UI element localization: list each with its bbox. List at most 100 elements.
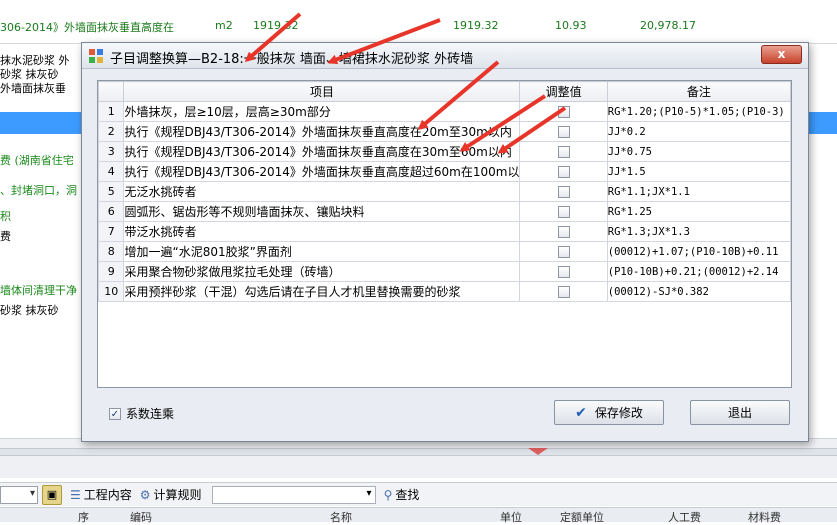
- table-row[interactable]: 5 无泛水挑砖者 RG*1.1;JX*1.1: [97, 181, 792, 202]
- adjust-checkbox[interactable]: [557, 106, 570, 118]
- close-icon: x: [777, 47, 786, 61]
- adjust-checkbox[interactable]: [557, 206, 570, 218]
- bg-row-qty2: 1919.32: [453, 19, 499, 32]
- bg-row-item: 306-2014》外墙面抹灰垂直高度在: [0, 21, 174, 34]
- adjust-checkbox[interactable]: [557, 226, 570, 238]
- table-row[interactable]: 2 执行《规程DBJ43/T306-2014》外墙面抹灰垂直高度在20m至30m以…: [97, 121, 792, 142]
- bottom-grid-header: 序 编码 名称 单位 定额单位 人工费 材料费: [0, 507, 837, 524]
- row-item: 采用预拌砂浆（干混）勾选后请在子目人才机里替换需要的砂浆: [123, 281, 521, 302]
- row-item: 外墙抹灰，层≥10层，层高≥30m部分: [123, 101, 521, 122]
- close-button[interactable]: x: [761, 45, 802, 64]
- coefficient-label: 系数连乘: [126, 407, 175, 421]
- find-label: 查找: [395, 488, 420, 502]
- save-label: 保存修改: [594, 406, 643, 420]
- table-row[interactable]: 4 执行《规程DBJ43/T306-2014》外墙面抹灰垂直高度超过60m在100…: [97, 161, 792, 182]
- row-adjust-cell[interactable]: [519, 241, 608, 262]
- row-number: 1: [97, 101, 125, 122]
- col-quota-unit: 定额单位: [560, 511, 604, 524]
- row-note: RG*1.25: [606, 201, 792, 222]
- col-material: 材料费: [748, 511, 781, 524]
- table-row[interactable]: 8 增加一遍“水泥801胶浆”界面剂 (00012)+1.07;(P10-10B)+…: [97, 241, 792, 262]
- adjustment-table: 项目 调整值 备注 1 外墙抹灰，层≥10层，层高≥30m部分 RG*1.20;(P…: [97, 81, 792, 382]
- toolbar-dropdown[interactable]: [0, 485, 38, 504]
- col-header-adjust: 调整值: [519, 81, 608, 102]
- adjust-checkbox[interactable]: [557, 126, 570, 138]
- row-item: 增加一遍“水泥801胶浆”界面剂: [123, 241, 521, 262]
- row-number: 4: [97, 161, 125, 182]
- adjust-checkbox[interactable]: [557, 146, 570, 158]
- splitter-collapse-icon[interactable]: [528, 448, 548, 455]
- table-row[interactable]: 10 采用预拌砂浆（干混）勾选后请在子目人才机里替换需要的砂浆 (00012)-SJ…: [97, 281, 792, 302]
- bg-row-unit: m2: [215, 19, 233, 32]
- project-content-label: 工程内容: [83, 488, 132, 502]
- row-note: JJ*0.2: [606, 121, 792, 142]
- bg-row-price: 10.93: [555, 19, 587, 32]
- row-item: 无泛水挑砖者: [123, 181, 521, 202]
- col-unit: 单位: [500, 511, 522, 524]
- adjust-checkbox[interactable]: [557, 186, 570, 198]
- adjust-checkbox[interactable]: [557, 166, 570, 178]
- bg-line: 积: [0, 210, 11, 223]
- col-header-item: 项目: [123, 81, 521, 102]
- bg-line: 墙体间清理干净: [0, 284, 77, 297]
- bg-line: 砂浆 抹灰砂: [0, 304, 59, 317]
- adjustment-grid: 项目 调整值 备注 1 外墙抹灰，层≥10层，层高≥30m部分 RG*1.20;(P…: [97, 80, 792, 388]
- row-item: 执行《规程DBJ43/T306-2014》外墙面抹灰垂直高度在20m至30m以内: [123, 121, 521, 142]
- table-row[interactable]: 9 采用聚合物砂浆做甩浆拉毛处理（砖墙） (P10-10B)+0.21;(00012…: [97, 261, 792, 282]
- row-note: RG*1.3;JX*1.3: [606, 221, 792, 242]
- adjust-checkbox[interactable]: [557, 246, 570, 258]
- folder-icon[interactable]: ▣: [42, 484, 62, 505]
- adjustment-dialog: 子目调整换算—B2-18:一般抹灰 墙面、墙裙抹水泥砂浆 外砖墙 x 项目 调整…: [81, 42, 809, 442]
- table-row[interactable]: 1 外墙抹灰，层≥10层，层高≥30m部分 RG*1.20;(P10-5)*1.05…: [97, 101, 792, 122]
- adjust-checkbox[interactable]: [557, 266, 570, 278]
- table-row[interactable]: 3 执行《规程DBJ43/T306-2014》外墙面抹灰垂直高度在30m至60m以…: [97, 141, 792, 162]
- panel-splitter[interactable]: [0, 448, 837, 456]
- background-row: 306-2014》外墙面抹灰垂直高度在 m2 1919.32 1919.32 1…: [0, 0, 837, 44]
- row-adjust-cell[interactable]: [519, 201, 608, 222]
- bottom-toolbar: ▣ ☰ 工程内容 ⚙ 计算规则 ⚲ 查找: [0, 482, 837, 506]
- find-button[interactable]: ⚲ 查找: [384, 486, 420, 503]
- calculator-icon: ⚙: [139, 487, 151, 502]
- bg-line: 费: [0, 230, 11, 243]
- row-note: (P10-10B)+0.21;(00012)+2.14: [606, 261, 792, 282]
- row-adjust-cell[interactable]: [519, 101, 608, 122]
- row-number: 8: [97, 241, 125, 262]
- table-row[interactable]: 7 带泛水挑砖者 RG*1.3;JX*1.3: [97, 221, 792, 242]
- row-adjust-cell[interactable]: [519, 161, 608, 182]
- row-number: 2: [97, 121, 125, 142]
- col-labor: 人工费: [668, 511, 701, 524]
- search-combo[interactable]: [211, 485, 376, 504]
- project-content-button[interactable]: ☰ 工程内容: [70, 486, 132, 503]
- adjust-checkbox[interactable]: [557, 286, 570, 298]
- row-note: JJ*0.75: [606, 141, 792, 162]
- app-icon: [89, 49, 103, 63]
- exit-button[interactable]: 退出: [690, 400, 790, 425]
- col-name: 名称: [330, 511, 352, 524]
- row-item: 执行《规程DBJ43/T306-2014》外墙面抹灰垂直高度超过60m在100m…: [123, 161, 521, 182]
- row-note: RG*1.1;JX*1.1: [606, 181, 792, 202]
- exit-label: 退出: [727, 406, 752, 420]
- row-adjust-cell[interactable]: [519, 121, 608, 142]
- col-header-note: 备注: [606, 81, 792, 102]
- row-number: 6: [97, 201, 125, 222]
- save-button[interactable]: ✔ 保存修改: [554, 400, 664, 425]
- coefficient-checkbox[interactable]: [109, 407, 121, 420]
- row-item: 带泛水挑砖者: [123, 221, 521, 242]
- row-note: (00012)-SJ*0.382: [606, 281, 792, 302]
- row-adjust-cell[interactable]: [519, 281, 608, 302]
- col-code: 编码: [130, 511, 152, 524]
- col-seq: 序: [78, 511, 89, 524]
- dialog-titlebar[interactable]: 子目调整换算—B2-18:一般抹灰 墙面、墙裙抹水泥砂浆 外砖墙 x: [82, 43, 808, 69]
- coefficient-option[interactable]: 系数连乘: [109, 405, 174, 422]
- background-panel: [0, 438, 837, 478]
- row-adjust-cell[interactable]: [519, 141, 608, 162]
- row-note: JJ*1.5: [606, 161, 792, 182]
- table-header-row: 项目 调整值 备注: [97, 81, 792, 102]
- row-adjust-cell[interactable]: [519, 181, 608, 202]
- row-adjust-cell[interactable]: [519, 221, 608, 242]
- table-row[interactable]: 6 圆弧形、锯齿形等不规则墙面抹灰、镶贴块料 RG*1.25: [97, 201, 792, 222]
- empty-row: [99, 302, 791, 322]
- empty-row: [99, 342, 791, 362]
- row-adjust-cell[interactable]: [519, 261, 608, 282]
- calc-rules-button[interactable]: ⚙ 计算规则: [140, 486, 202, 503]
